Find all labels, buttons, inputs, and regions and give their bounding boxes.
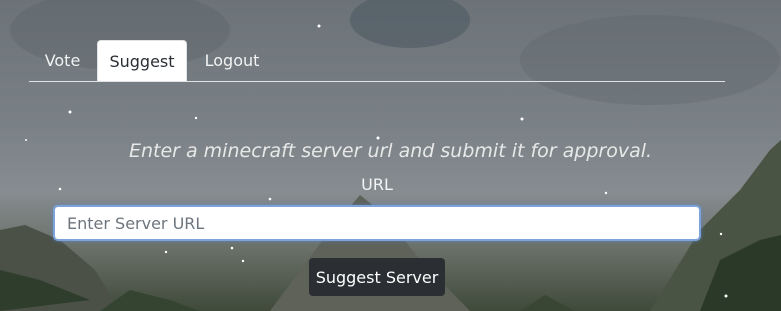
suggest-server-button[interactable]: Suggest Server	[309, 258, 445, 296]
suggest-instructions: Enter a minecraft server url and submit …	[128, 140, 653, 162]
tab-suggest[interactable]: Suggest	[97, 40, 187, 81]
server-url-input[interactable]	[53, 205, 701, 241]
tab-logout[interactable]: Logout	[195, 40, 269, 81]
tab-vote[interactable]: Vote	[29, 40, 96, 81]
url-label: URL	[361, 175, 393, 194]
nav-tabs: Vote Suggest Logout	[29, 40, 725, 82]
